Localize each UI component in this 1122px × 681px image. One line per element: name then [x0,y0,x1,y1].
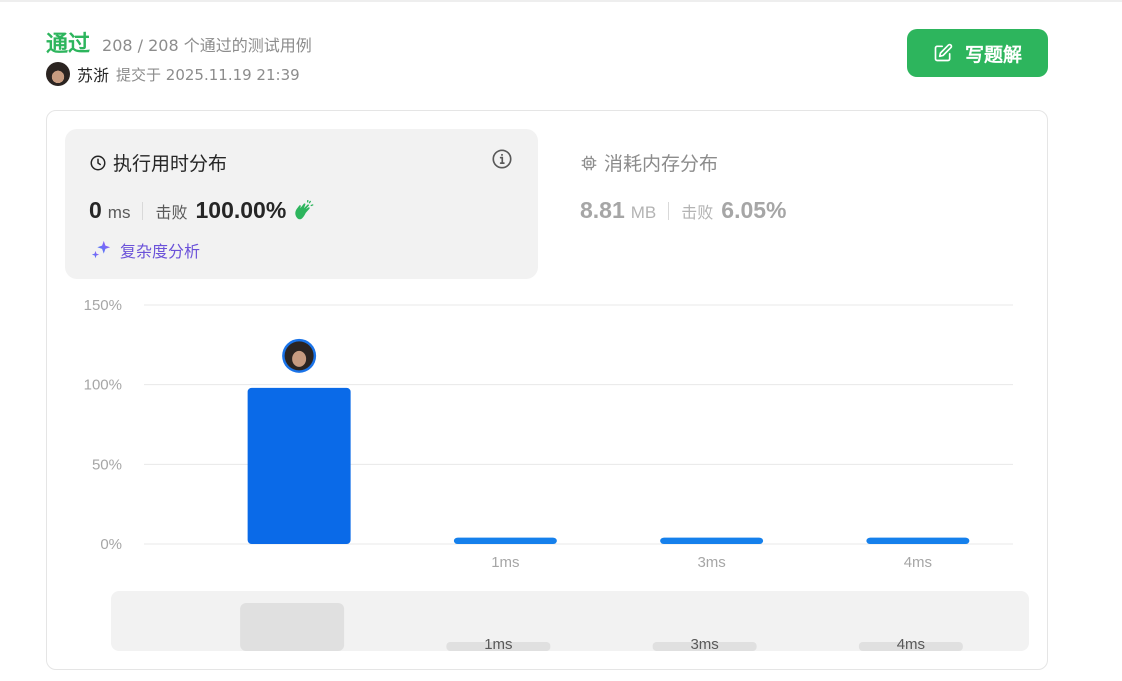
overview-tick-label: 4ms [897,636,925,653]
overview-tick-label: 1ms [484,636,512,653]
overview-tick-label: 3ms [690,636,718,653]
overview-bar [240,603,345,651]
chart-overview: 1ms 3ms 4ms [240,603,963,653]
